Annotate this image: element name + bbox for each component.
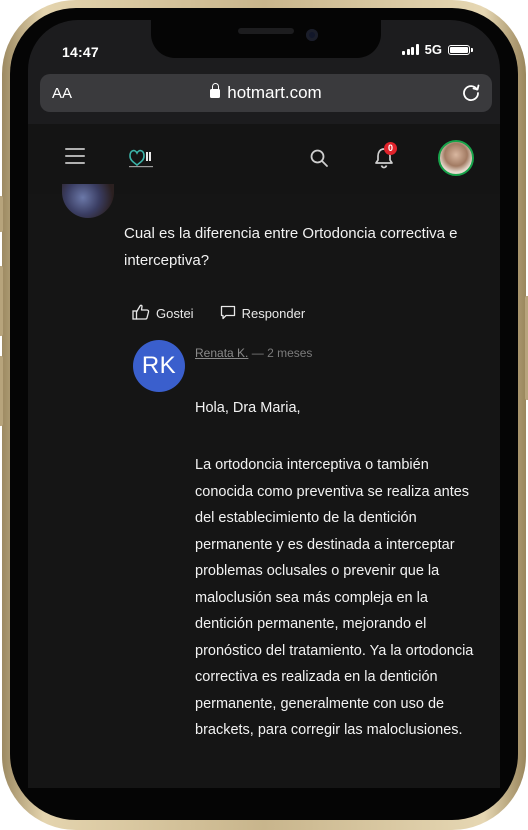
meta-separator: — [251, 346, 264, 360]
reply-button[interactable]: Responder [220, 304, 306, 323]
brand-logo[interactable] [126, 144, 156, 170]
notification-badge: 0 [384, 142, 397, 155]
comment-thread: Cual es la diferencia entre Ortodoncia c… [28, 184, 500, 788]
front-camera [306, 29, 318, 41]
battery-icon [448, 44, 473, 55]
volume-up-button [0, 266, 3, 336]
status-indicators: 5G [402, 42, 473, 57]
screen: 14:47 5G AA hotmart.com 0 Cual es la dif… [28, 20, 500, 788]
url-display[interactable]: hotmart.com [40, 83, 492, 103]
like-button[interactable]: Gostei [132, 304, 194, 323]
reply-label: Responder [241, 306, 306, 321]
speech-bubble-icon [220, 305, 236, 323]
reply-greeting: Hola, Dra Maria, [195, 400, 301, 416]
network-label: 5G [424, 42, 442, 57]
reply-meta: Renata K. — 2 meses [195, 346, 312, 360]
speaker [238, 28, 294, 34]
reply-author-link[interactable]: Renata K. [195, 346, 248, 360]
mute-switch [0, 196, 3, 232]
reply-body: La ortodoncia interceptiva o también con… [195, 457, 474, 738]
reply-author-avatar: RK [133, 340, 185, 392]
notch [151, 20, 381, 58]
thumbs-up-icon [132, 304, 150, 323]
reload-icon[interactable] [460, 81, 482, 108]
lock-icon [210, 83, 221, 98]
status-time: 14:47 [62, 44, 99, 60]
comment-text: Cual es la diferencia entre Ortodoncia c… [124, 225, 458, 269]
search-icon[interactable] [309, 148, 329, 173]
like-label: Gostei [156, 306, 194, 321]
volume-down-button [0, 356, 3, 426]
comment-actions: Gostei Responder [132, 304, 305, 323]
commenter-avatar [62, 184, 114, 218]
address-bar[interactable]: AA hotmart.com [40, 74, 492, 112]
user-avatar[interactable] [438, 140, 474, 176]
url-domain: hotmart.com [227, 83, 322, 102]
signal-icon [402, 44, 419, 55]
reply-timestamp: 2 meses [267, 346, 313, 360]
menu-icon[interactable] [65, 148, 85, 164]
